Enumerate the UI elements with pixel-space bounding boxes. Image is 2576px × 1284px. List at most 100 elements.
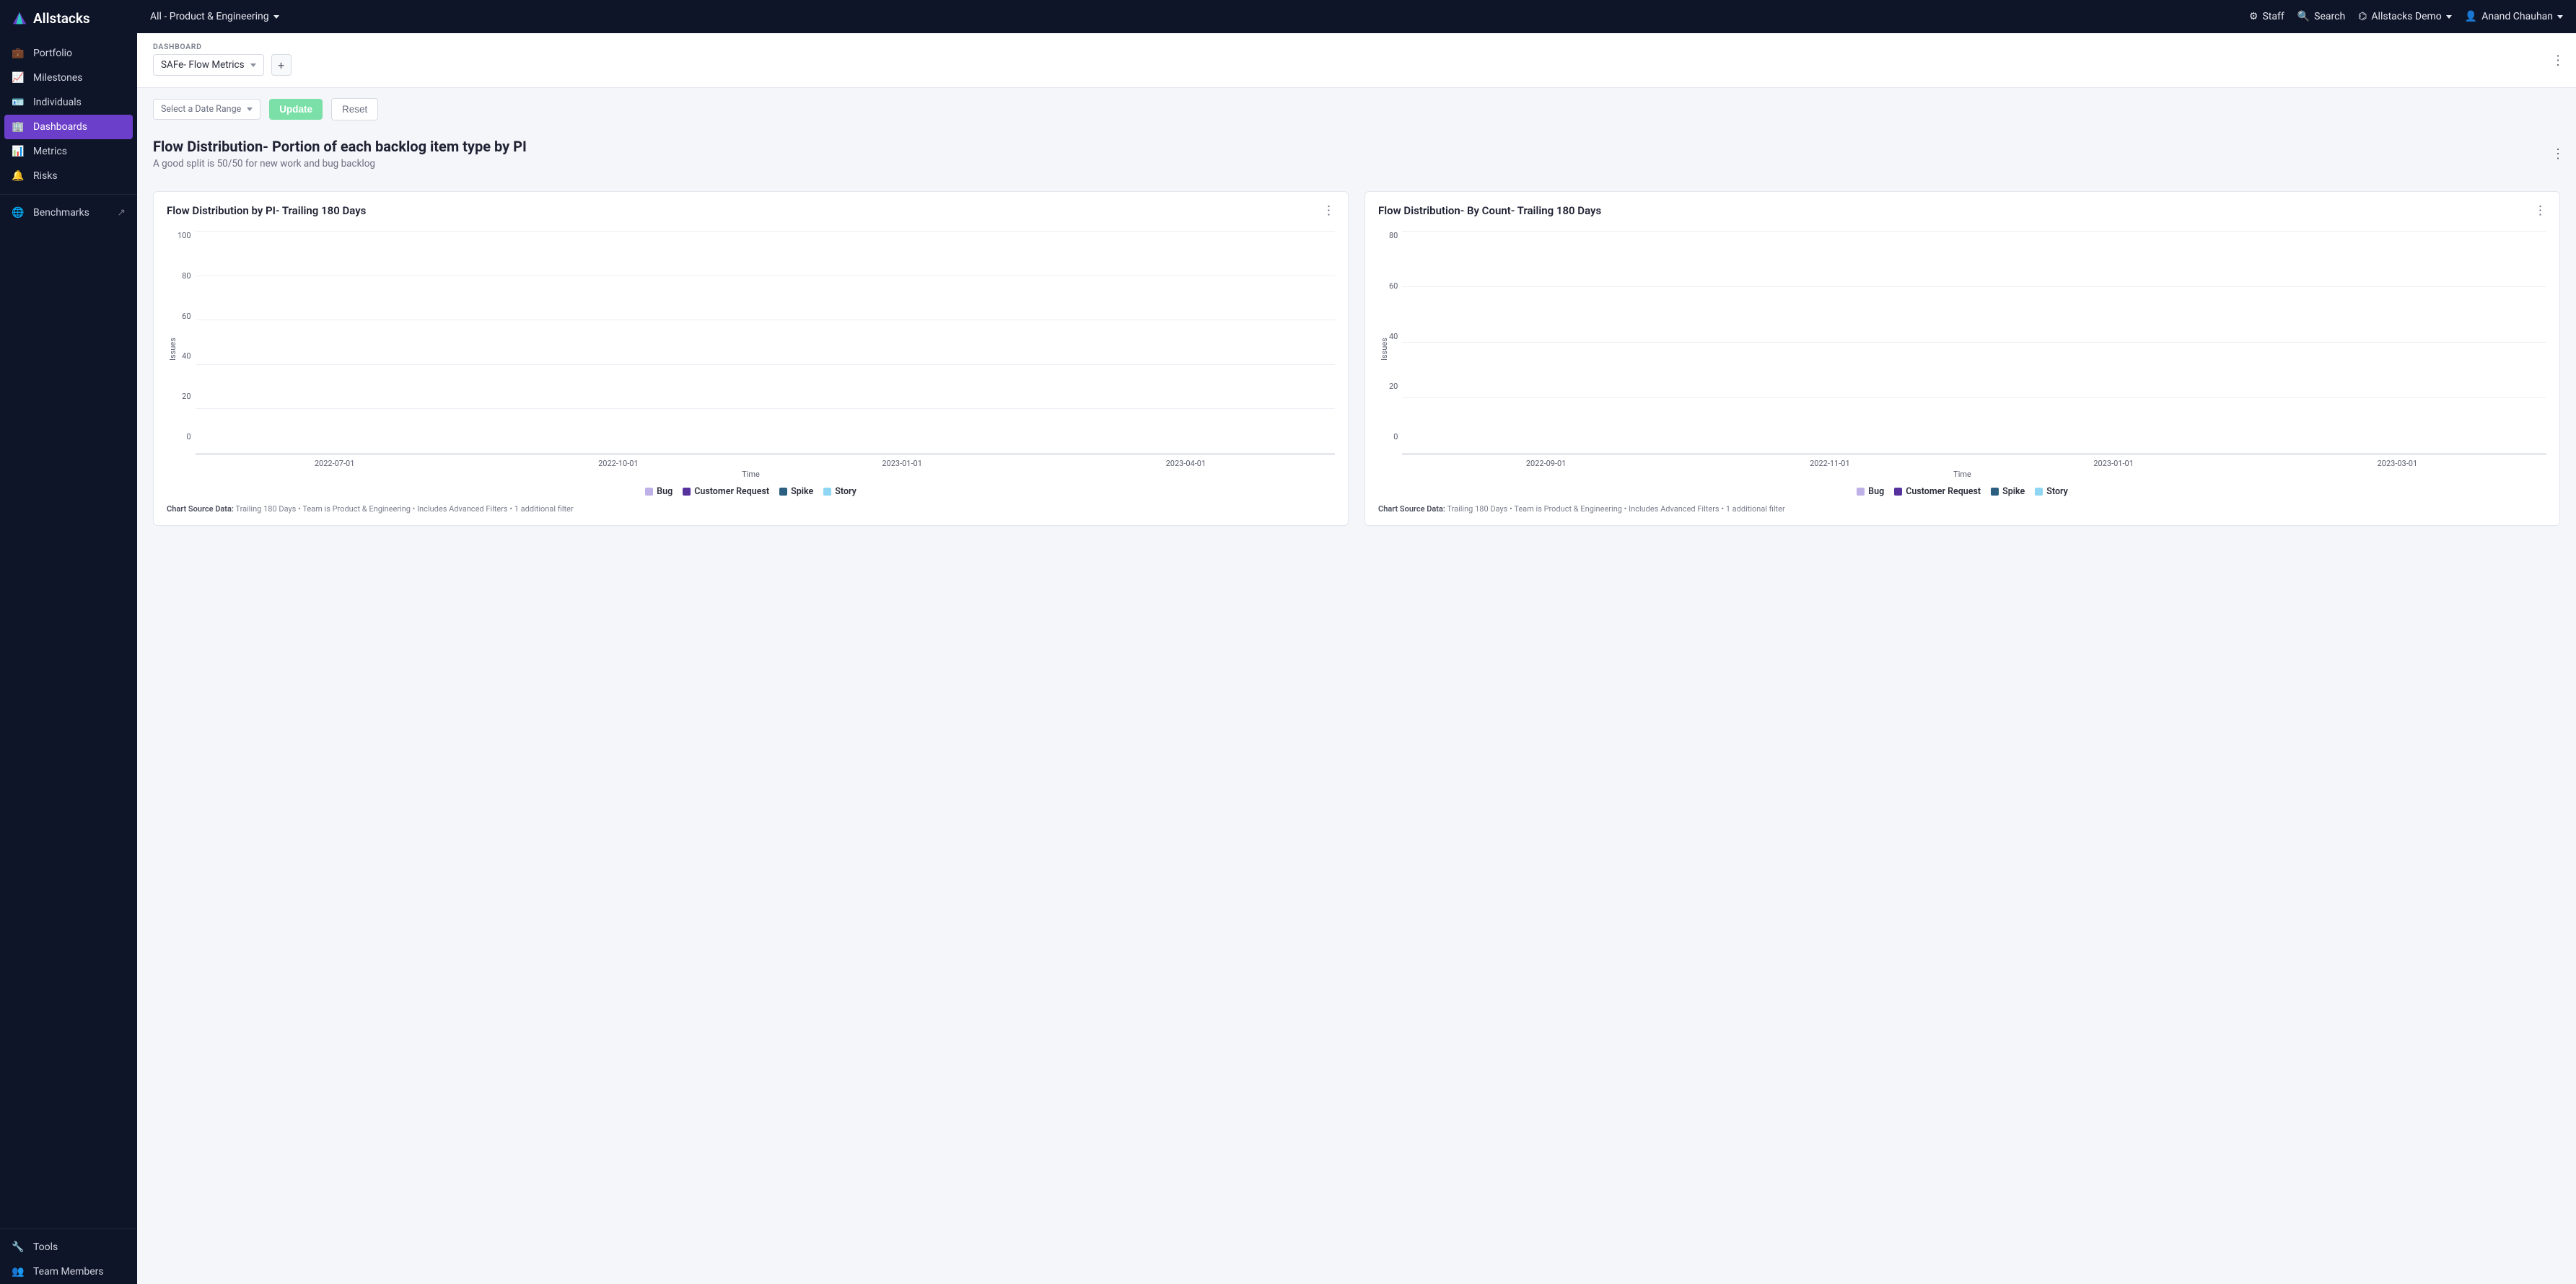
chart-title: Flow Distribution- By Count- Trailing 18… — [1378, 204, 1601, 217]
x-tick-label: 2022-11-01 — [1688, 459, 1971, 468]
briefcase-icon: 💼 — [12, 48, 25, 59]
chart-legend: Bug Customer Request Spike Story — [1378, 486, 2546, 497]
chart-plot — [1402, 231, 2546, 454]
legend-swatch — [1894, 488, 1902, 496]
x-tick-label: 2023-01-01 — [1972, 459, 2256, 468]
x-tick-label: 2023-04-01 — [1044, 459, 1328, 468]
legend-item[interactable]: Bug — [1857, 486, 1884, 497]
reset-button[interactable]: Reset — [331, 98, 378, 120]
chevron-down-icon — [2446, 15, 2452, 19]
sidebar-item-tools[interactable]: 🔧 Tools — [0, 1235, 137, 1259]
legend-item[interactable]: Spike — [779, 486, 813, 497]
dashboard-actions-menu[interactable]: ⋮ — [2551, 53, 2564, 68]
gear-icon: ⚙ — [2249, 11, 2259, 22]
user-icon: 👤 — [2465, 11, 2477, 22]
search-link[interactable]: 🔍 Search — [2297, 11, 2345, 22]
scope-picker[interactable]: All - Product & Engineering — [150, 11, 279, 22]
sidebar-item-label: Risks — [33, 170, 58, 182]
x-tick-label: 2023-01-01 — [761, 459, 1044, 468]
org-picker[interactable]: ⌬ Allstacks Demo — [2358, 11, 2452, 22]
chart-line-icon: 📈 — [12, 72, 25, 84]
sidebar-item-risks[interactable]: 🔔 Risks — [0, 164, 137, 188]
sidebar-item-label: Portfolio — [33, 48, 72, 59]
legend-swatch — [823, 488, 831, 496]
id-card-icon: 🪪 — [12, 97, 25, 108]
org-label: Allstacks Demo — [2371, 11, 2441, 22]
staff-link[interactable]: ⚙ Staff — [2249, 11, 2284, 22]
chart-card: Flow Distribution- By Count- Trailing 18… — [1364, 191, 2560, 526]
scope-label: All - Product & Engineering — [150, 11, 269, 22]
chart-title: Flow Distribution by PI- Trailing 180 Da… — [167, 204, 366, 217]
plus-icon: + — [278, 58, 284, 72]
legend-item[interactable]: Bug — [645, 486, 673, 497]
brand-logo[interactable]: Allstacks — [0, 0, 137, 37]
y-ticks: 100806040200 — [178, 231, 196, 454]
globe-icon: 🌐 — [12, 207, 25, 219]
chevron-down-icon — [2557, 15, 2563, 19]
users-icon: 👥 — [12, 1266, 25, 1278]
sidebar-item-label: Metrics — [33, 146, 67, 157]
user-menu[interactable]: 👤 Anand Chauhan — [2465, 11, 2563, 22]
chart-cards-row: Flow Distribution by PI- Trailing 180 Da… — [137, 191, 2576, 526]
bell-icon: 🔔 — [12, 170, 25, 182]
sidebar-item-team-members[interactable]: 👥 Team Members — [0, 1259, 137, 1284]
search-label: Search — [2314, 11, 2345, 22]
sidebar-item-portfolio[interactable]: 💼 Portfolio — [0, 41, 137, 66]
section-actions-menu[interactable]: ⋮ — [2551, 146, 2564, 162]
sidebar-nav: 💼 Portfolio 📈 Milestones 🪪Individuals🏢Dashbo… — [0, 37, 137, 188]
divider — [0, 1228, 137, 1229]
section-subtitle: A good split is 50/50 for new work and b… — [153, 158, 2560, 170]
bar-chart-icon: 📊 — [12, 146, 25, 157]
y-axis-label: Issues — [167, 231, 178, 454]
add-dashboard-button[interactable]: + — [271, 54, 292, 76]
sidebar-item-individuals[interactable]: 🪪Individuals — [0, 90, 137, 115]
legend-item[interactable]: Customer Request — [1894, 486, 1981, 497]
dashboard-name-label: SAFe- Flow Metrics — [161, 59, 245, 71]
sidebar-item-label: Milestones — [33, 72, 83, 84]
legend-item[interactable]: Story — [2035, 486, 2068, 497]
sidebar-item-label: Dashboards — [33, 121, 87, 133]
brand-name: Allstacks — [33, 10, 90, 27]
sidebar-item-milestones[interactable]: 📈 Milestones — [0, 66, 137, 90]
chart-actions-menu[interactable]: ⋮ — [2534, 203, 2546, 218]
sidebar: Allstacks 💼 Portfolio 📈 Milestones 🪪Individu… — [0, 0, 137, 1284]
x-tick-label: 2022-09-01 — [1404, 459, 1688, 468]
legend-swatch — [645, 488, 653, 496]
chart-source: Chart Source Data: Trailing 180 Days • T… — [1378, 504, 2546, 514]
bar-column — [1409, 231, 1691, 454]
dashboard-name-select[interactable]: SAFe- Flow Metrics — [153, 54, 264, 76]
legend-swatch — [779, 488, 787, 496]
bar-column — [2257, 231, 2539, 454]
chart-card: Flow Distribution by PI- Trailing 180 Da… — [153, 191, 1349, 526]
user-name: Anand Chauhan — [2481, 11, 2553, 22]
sidebar-item-benchmarks[interactable]: 🌐 Benchmarks ↗ — [0, 201, 137, 225]
chevron-down-icon — [247, 107, 253, 111]
x-ticks: 2022-07-012022-10-012023-01-012023-04-01 — [167, 459, 1335, 468]
sidebar-item-metrics[interactable]: 📊 Metrics — [0, 139, 137, 164]
dashboard-header: DASHBOARD SAFe- Flow Metrics + ⋮ — [137, 33, 2576, 88]
section-title: Flow Distribution- Portion of each backl… — [153, 138, 2560, 155]
update-button[interactable]: Update — [269, 99, 323, 120]
dashboard-eyebrow: DASHBOARD — [153, 42, 2560, 51]
bar-column — [765, 231, 1046, 454]
chevron-down-icon — [273, 15, 279, 19]
search-icon: 🔍 — [2297, 11, 2310, 22]
legend-item[interactable]: Spike — [1991, 486, 2025, 497]
wrench-icon: 🔧 — [12, 1241, 25, 1253]
legend-swatch — [683, 488, 691, 496]
sidebar-item-dashboards[interactable]: 🏢Dashboards — [4, 115, 133, 139]
date-range-select[interactable]: Select a Date Range — [153, 99, 260, 120]
bar-column — [483, 231, 765, 454]
sidebar-item-label: Team Members — [33, 1266, 104, 1278]
x-tick-label: 2022-10-01 — [476, 459, 760, 468]
legend-item[interactable]: Story — [823, 486, 857, 497]
bar-column — [1692, 231, 1974, 454]
chart-actions-menu[interactable]: ⋮ — [1323, 203, 1335, 218]
legend-item[interactable]: Customer Request — [683, 486, 769, 497]
x-axis-label: Time — [1378, 470, 2546, 479]
sidebar-item-label: Benchmarks — [33, 207, 89, 219]
x-tick-label: 2023-03-01 — [2256, 459, 2539, 468]
date-range-label: Select a Date Range — [161, 104, 241, 115]
chart-source: Chart Source Data: Trailing 180 Days • T… — [167, 504, 1335, 514]
bar-column — [203, 231, 484, 454]
